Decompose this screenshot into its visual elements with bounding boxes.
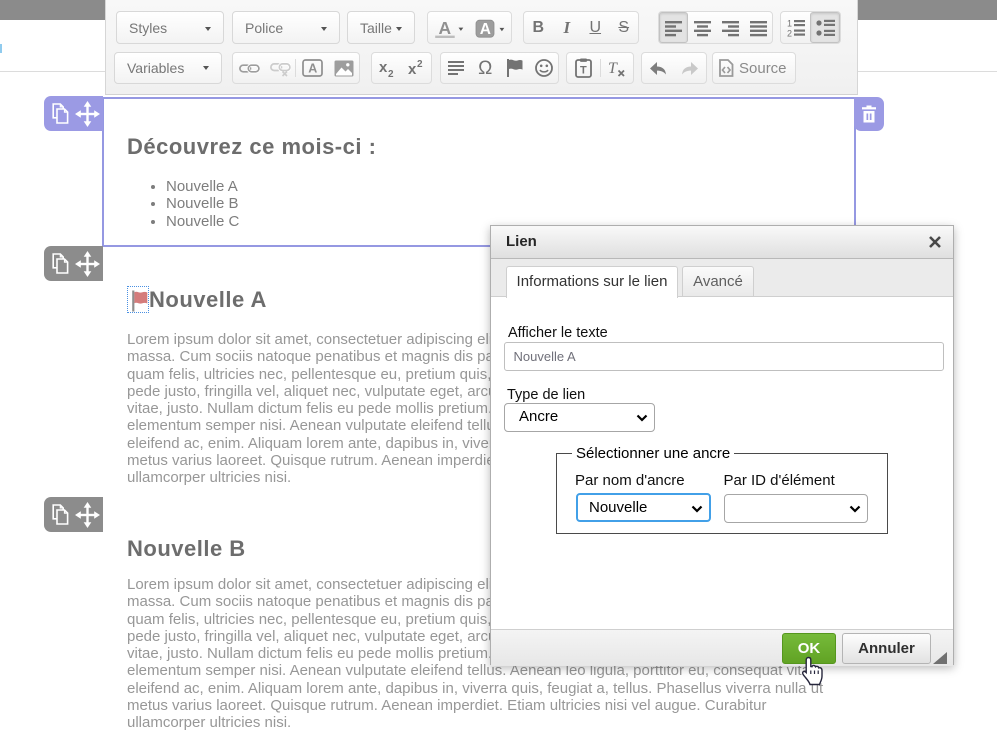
svg-text:x: x (379, 59, 388, 76)
svg-text:T: T (608, 60, 618, 77)
svg-text:x: x (408, 61, 417, 78)
svg-text:2: 2 (388, 69, 394, 78)
svg-text:A: A (439, 18, 452, 38)
svg-text:2: 2 (417, 59, 423, 70)
svg-text:T: T (580, 65, 587, 77)
svg-text:A: A (308, 62, 317, 76)
svg-text:1: 1 (787, 18, 792, 28)
svg-text:A: A (480, 21, 491, 38)
svg-text:2: 2 (787, 28, 792, 38)
